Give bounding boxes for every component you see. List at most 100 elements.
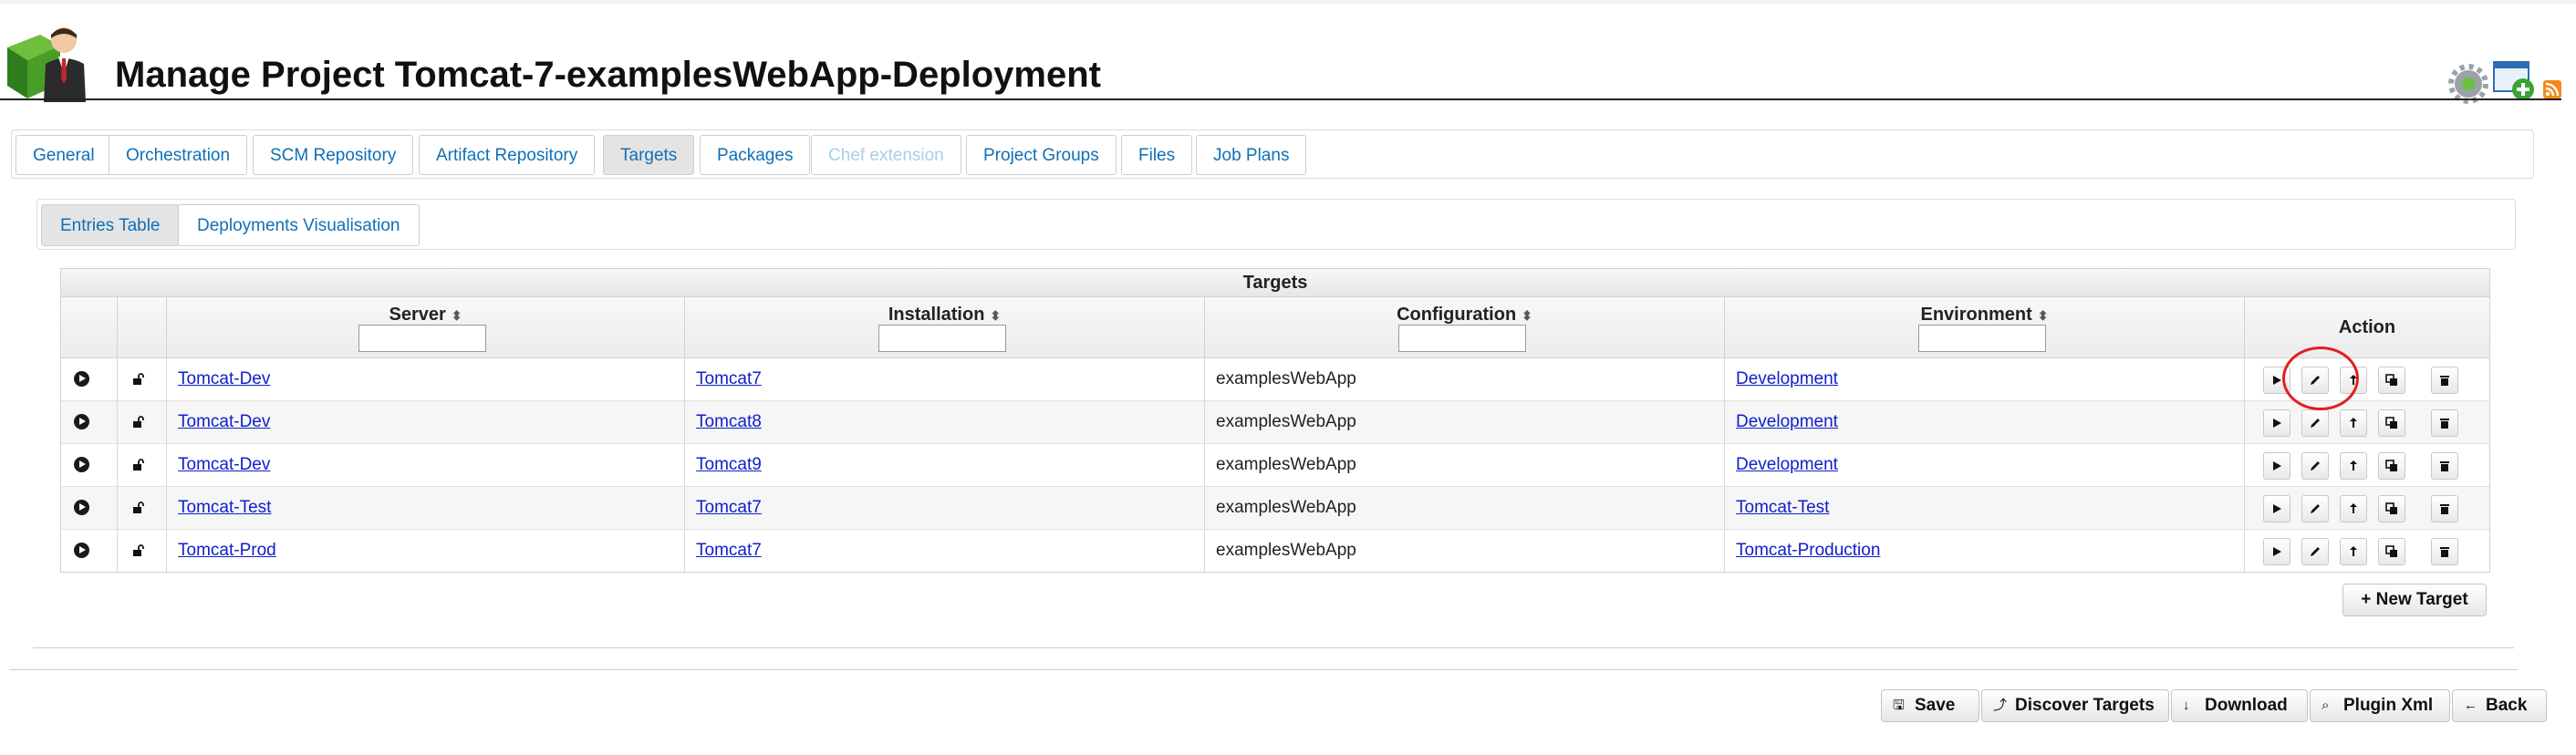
- configuration-filter-input[interactable]: [1398, 325, 1526, 352]
- tab-project-groups[interactable]: Project Groups: [966, 135, 1117, 175]
- server-link[interactable]: Tomcat-Dev: [178, 369, 270, 388]
- run-button[interactable]: [2263, 367, 2290, 394]
- divider: [33, 647, 2514, 648]
- delete-icon: [2440, 376, 2449, 386]
- table-row: Tomcat-Dev Tomcat9 examplesWebApp Develo…: [61, 444, 2489, 487]
- header-environment[interactable]: Environment ⬍: [1725, 297, 2245, 357]
- edit-button[interactable]: [2301, 452, 2329, 480]
- edit-button[interactable]: [2301, 409, 2329, 437]
- installation-link[interactable]: Tomcat9: [696, 455, 762, 474]
- expand-row-icon[interactable]: [74, 414, 89, 429]
- tab-entries-table[interactable]: Entries Table: [41, 204, 180, 246]
- edit-button[interactable]: [2301, 495, 2329, 522]
- tab-artifact-repository[interactable]: Artifact Repository: [419, 135, 596, 175]
- add-window-icon[interactable]: [2492, 58, 2536, 102]
- lock-cell[interactable]: [118, 358, 167, 400]
- lock-cell[interactable]: [118, 401, 167, 443]
- installation-cell: Tomcat7: [685, 530, 1205, 572]
- unlock-icon[interactable]: [132, 459, 145, 471]
- environment-link[interactable]: Development: [1736, 369, 1838, 388]
- server-link[interactable]: Tomcat-Dev: [178, 412, 270, 431]
- play-icon: [2273, 419, 2281, 428]
- header-environment-label: Environment: [1920, 305, 2032, 325]
- configuration-cell: examplesWebApp: [1205, 530, 1725, 572]
- expand-cell[interactable]: [61, 530, 118, 572]
- expand-cell[interactable]: [61, 358, 118, 400]
- expand-cell[interactable]: [61, 444, 118, 486]
- header-server[interactable]: Server ⬍: [167, 297, 685, 357]
- environment-link[interactable]: Tomcat-Production: [1736, 541, 1880, 560]
- header-lock: [118, 297, 167, 357]
- expand-row-icon[interactable]: [74, 543, 89, 558]
- discover-targets-button[interactable]: ⤴ Discover Targets: [1981, 689, 2169, 722]
- installation-link[interactable]: Tomcat7: [696, 369, 762, 388]
- installation-cell: Tomcat9: [685, 444, 1205, 486]
- tab-files[interactable]: Files: [1121, 135, 1193, 175]
- tab-scm-repository[interactable]: SCM Repository: [253, 135, 414, 175]
- tab-orchestration[interactable]: Orchestration: [109, 135, 248, 175]
- environment-link[interactable]: Development: [1736, 412, 1838, 431]
- installation-filter-input[interactable]: [878, 325, 1006, 352]
- copy-button[interactable]: [2378, 452, 2405, 480]
- environment-cell: Development: [1725, 401, 2245, 443]
- delete-button[interactable]: [2431, 452, 2458, 480]
- deploy-button[interactable]: [2340, 409, 2367, 437]
- run-button[interactable]: [2263, 452, 2290, 480]
- tab-targets[interactable]: Targets: [603, 135, 695, 175]
- server-link[interactable]: Tomcat-Prod: [178, 541, 276, 560]
- unlock-icon[interactable]: [132, 544, 145, 557]
- back-button[interactable]: ← Back: [2452, 689, 2547, 722]
- expand-row-icon[interactable]: [74, 371, 89, 387]
- copy-button[interactable]: [2378, 409, 2405, 437]
- lock-cell[interactable]: [118, 530, 167, 572]
- header-configuration[interactable]: Configuration ⬍: [1205, 297, 1725, 357]
- lock-cell[interactable]: [118, 444, 167, 486]
- unlock-icon[interactable]: [132, 502, 145, 514]
- server-link[interactable]: Tomcat-Dev: [178, 455, 270, 474]
- edit-button[interactable]: [2301, 367, 2329, 394]
- environment-link[interactable]: Development: [1736, 455, 1838, 474]
- new-target-button[interactable]: + New Target: [2342, 584, 2487, 616]
- lock-cell[interactable]: [118, 487, 167, 529]
- download-button[interactable]: ↓ Download: [2171, 689, 2308, 722]
- deploy-button[interactable]: [2340, 452, 2367, 480]
- environment-link[interactable]: Tomcat-Test: [1736, 498, 1829, 517]
- header-installation[interactable]: Installation ⬍: [685, 297, 1205, 357]
- server-link[interactable]: Tomcat-Test: [178, 498, 271, 517]
- tab-packages[interactable]: Packages: [700, 135, 811, 175]
- run-button[interactable]: [2263, 495, 2290, 522]
- expand-row-icon[interactable]: [74, 457, 89, 472]
- rss-icon[interactable]: [2543, 80, 2561, 98]
- copy-button[interactable]: [2378, 495, 2405, 522]
- expand-cell[interactable]: [61, 401, 118, 443]
- plugin-xml-button[interactable]: ⌕ Plugin Xml: [2310, 689, 2450, 722]
- environment-filter-input[interactable]: [1918, 325, 2046, 352]
- delete-button[interactable]: [2431, 495, 2458, 522]
- save-button[interactable]: 🖫 Save: [1881, 689, 1979, 722]
- tab-general[interactable]: General: [16, 135, 112, 175]
- deploy-button[interactable]: [2340, 495, 2367, 522]
- delete-button[interactable]: [2431, 538, 2458, 565]
- expand-cell[interactable]: [61, 487, 118, 529]
- tab-deployments-visualisation[interactable]: Deployments Visualisation: [178, 204, 420, 246]
- edit-icon: [2311, 461, 2320, 471]
- delete-button[interactable]: [2431, 367, 2458, 394]
- installation-link[interactable]: Tomcat7: [696, 498, 762, 517]
- expand-row-icon[interactable]: [74, 500, 89, 515]
- installation-link[interactable]: Tomcat8: [696, 412, 762, 431]
- run-button[interactable]: [2263, 538, 2290, 565]
- edit-button[interactable]: [2301, 538, 2329, 565]
- copy-button[interactable]: [2378, 538, 2405, 565]
- unlock-icon[interactable]: [132, 373, 145, 386]
- sort-icon: ⬍: [990, 308, 1002, 323]
- tab-job-plans[interactable]: Job Plans: [1196, 135, 1307, 175]
- discover-icon: ⤴: [1993, 698, 2008, 713]
- unlock-icon[interactable]: [132, 416, 145, 429]
- delete-button[interactable]: [2431, 409, 2458, 437]
- installation-link[interactable]: Tomcat7: [696, 541, 762, 560]
- deploy-button[interactable]: [2340, 367, 2367, 394]
- copy-button[interactable]: [2378, 367, 2405, 394]
- server-filter-input[interactable]: [358, 325, 486, 352]
- run-button[interactable]: [2263, 409, 2290, 437]
- deploy-button[interactable]: [2340, 538, 2367, 565]
